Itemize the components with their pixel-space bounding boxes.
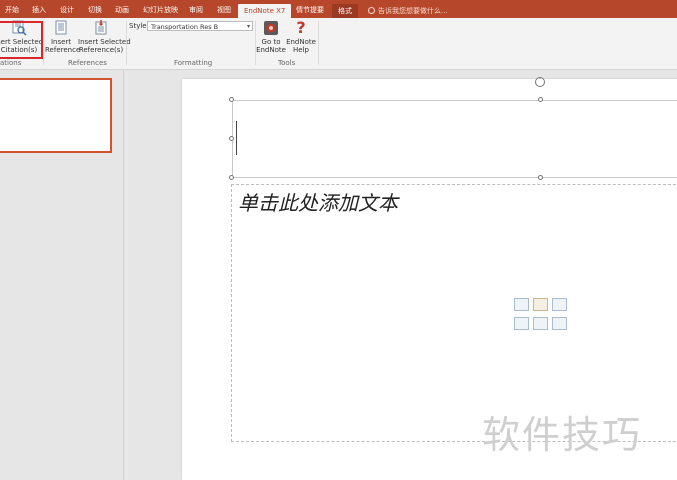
help-question-icon: ? bbox=[296, 18, 306, 37]
insert-video-icon[interactable] bbox=[552, 317, 567, 330]
insert-selected-reference-button[interactable]: Insert Selected Reference(s) bbox=[78, 20, 131, 54]
go-to-endnote-label-1: Go to bbox=[261, 38, 281, 46]
insert-smartart-icon[interactable] bbox=[552, 298, 567, 311]
go-to-endnote-label-2: EndNote bbox=[256, 46, 286, 54]
tab-design[interactable]: 设计 bbox=[60, 3, 74, 18]
insert-table-icon[interactable] bbox=[514, 298, 529, 311]
tab-review[interactable]: 审阅 bbox=[189, 3, 203, 18]
insert-reference-label-2: Reference bbox=[45, 46, 81, 54]
lightbulb-icon bbox=[368, 6, 375, 14]
group-label-formatting: Formatting bbox=[174, 59, 213, 67]
tab-format[interactable]: 格式 bbox=[332, 4, 358, 18]
slide-thumbnail-pane bbox=[0, 70, 124, 480]
group-label-references: References bbox=[68, 59, 107, 67]
endnote-help-label-1: EndNote bbox=[286, 38, 316, 46]
group-label-citations: ations bbox=[0, 59, 22, 67]
endnote-ribbon: sert Selected Citation(s) ations Insert … bbox=[0, 18, 677, 70]
content-placeholder-text: 单击此处添加文本 bbox=[238, 191, 398, 215]
group-separator bbox=[43, 21, 44, 65]
tell-me-text: 告诉我您想要做什么... bbox=[378, 7, 448, 15]
tell-me-search[interactable]: 告诉我您想要做什么... bbox=[368, 4, 448, 18]
tab-transitions[interactable]: 切换 bbox=[88, 3, 102, 18]
go-to-endnote-button[interactable]: Go to EndNote bbox=[256, 20, 286, 54]
insert-selected-reference-icon bbox=[93, 20, 109, 36]
tab-insert[interactable]: 插入 bbox=[32, 3, 46, 18]
chevron-down-icon: ▾ bbox=[246, 23, 250, 30]
style-label: Style: bbox=[129, 22, 149, 30]
rotate-handle-icon[interactable] bbox=[535, 77, 545, 87]
tab-view[interactable]: 视图 bbox=[217, 3, 231, 18]
highlight-box bbox=[0, 21, 43, 59]
endnote-app-icon bbox=[263, 20, 279, 36]
endnote-help-label-2: Help bbox=[293, 46, 309, 54]
resize-handle[interactable] bbox=[229, 175, 234, 180]
insert-online-picture-icon[interactable] bbox=[533, 317, 548, 330]
group-separator bbox=[126, 21, 127, 65]
tab-slideshow[interactable]: 幻灯片放映 bbox=[143, 3, 178, 18]
title-placeholder[interactable] bbox=[232, 100, 677, 178]
insert-reference-label-1: Insert bbox=[50, 38, 72, 46]
tab-animations[interactable]: 动画 bbox=[115, 3, 129, 18]
insert-selected-reference-label-2: Reference(s) bbox=[78, 46, 124, 54]
tab-endnote[interactable]: EndNote X7 bbox=[238, 4, 292, 18]
style-dropdown[interactable]: Transportation Res B ▾ bbox=[147, 21, 253, 31]
resize-handle[interactable] bbox=[538, 97, 543, 102]
text-cursor bbox=[236, 121, 237, 155]
resize-handle[interactable] bbox=[229, 97, 234, 102]
insert-picture-icon[interactable] bbox=[514, 317, 529, 330]
insert-content-icons bbox=[512, 296, 572, 334]
tab-storyboard[interactable]: 情节提要 bbox=[296, 3, 324, 18]
group-label-tools: Tools bbox=[278, 59, 296, 67]
resize-handle[interactable] bbox=[229, 136, 234, 141]
group-separator bbox=[318, 21, 319, 65]
insert-chart-icon[interactable] bbox=[533, 298, 548, 311]
style-dropdown-value: Transportation Res B bbox=[151, 23, 219, 31]
resize-handle[interactable] bbox=[538, 175, 543, 180]
tab-home[interactable]: 开始 bbox=[5, 3, 19, 18]
watermark-text: 软件技巧 bbox=[482, 413, 643, 457]
endnote-help-button[interactable]: ? EndNote Help bbox=[286, 18, 316, 55]
insert-reference-button[interactable]: Insert Reference bbox=[45, 20, 81, 54]
slide-thumbnail-1[interactable] bbox=[0, 78, 112, 153]
insert-reference-icon bbox=[53, 20, 69, 36]
insert-selected-reference-label-1: Insert Selected bbox=[78, 38, 131, 46]
ribbon-tab-bar: 开始 插入 设计 切换 动画 幻灯片放映 审阅 视图 EndNote X7 情节… bbox=[0, 0, 677, 18]
